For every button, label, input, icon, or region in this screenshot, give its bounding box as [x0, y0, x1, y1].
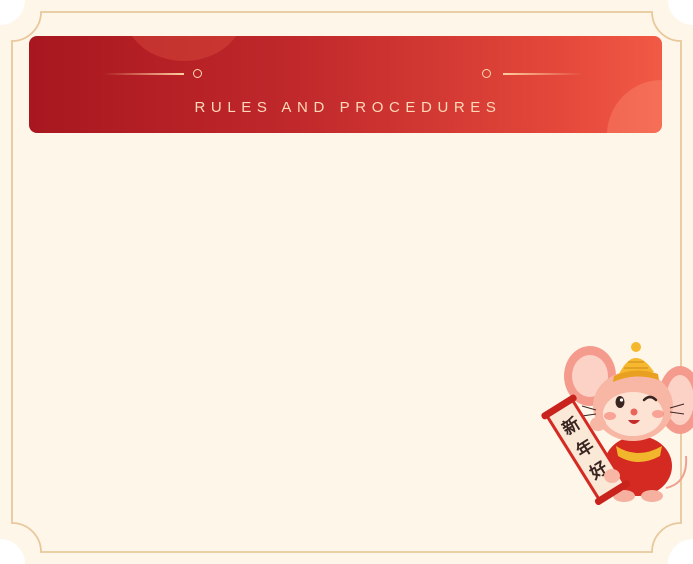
- header-decor-line-left: [104, 73, 184, 75]
- header-decor-dot-right: [482, 69, 491, 78]
- page-title: RULES AND PROCEDURES: [194, 99, 502, 116]
- rules-panel: RULES AND PROCEDURES 新 年 好: [0, 0, 693, 564]
- header-banner: RULES AND PROCEDURES: [29, 36, 662, 133]
- header-decor-dot-left: [193, 69, 202, 78]
- header-decor-circle: [125, 36, 243, 61]
- mouse-mascot-illustration: 新 年 好: [541, 342, 693, 506]
- header-decor-line-right: [503, 73, 583, 75]
